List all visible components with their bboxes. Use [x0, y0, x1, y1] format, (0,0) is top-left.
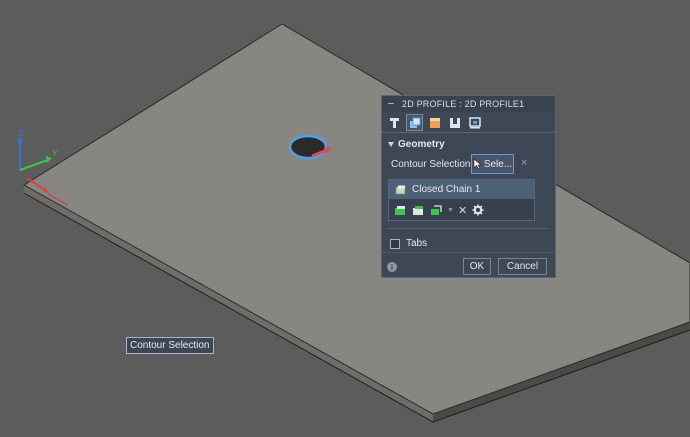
passes-icon: [449, 117, 460, 128]
collapse-button[interactable]: −: [384, 96, 398, 112]
chain-list-toolbar: ▼ ✕: [393, 202, 485, 218]
z-axis-label: Z: [18, 128, 24, 138]
clear-selection-button[interactable]: ×: [521, 157, 527, 169]
chain-item-label: Closed Chain 1: [412, 184, 481, 195]
tabs-option-label: Tabs: [406, 238, 428, 249]
tabs-checkbox[interactable]: [390, 238, 400, 249]
info-icon[interactable]: i: [387, 262, 397, 272]
chain-options-dropdown[interactable]: ▼: [447, 207, 454, 214]
footer-divider: [382, 252, 555, 253]
viewport-canvas[interactable]: Z Y: [0, 0, 690, 437]
contour-select-button-label: Sele...: [483, 158, 513, 170]
y-axis-label: Y: [52, 149, 58, 158]
contour-selection-label: Contour Selection: [391, 159, 471, 170]
ok-button[interactable]: OK: [463, 258, 491, 275]
linking-tab[interactable]: [466, 114, 483, 131]
y-axis-line: [19, 159, 49, 171]
2d-profile-dialog: − 2D PROFILE : 2D PROFILE1 Geometry Cont…: [381, 95, 556, 278]
contour-select-button[interactable]: Sele...: [471, 154, 514, 174]
tool-tab[interactable]: [386, 114, 403, 131]
add-chain-button[interactable]: [393, 203, 407, 217]
chain-options-icon: [431, 204, 442, 215]
dialog-titlebar[interactable]: − 2D PROFILE : 2D PROFILE1: [382, 96, 555, 112]
linking-icon: [468, 116, 481, 128]
list-item[interactable]: Closed Chain 1: [389, 180, 534, 199]
heights-tab[interactable]: [426, 114, 443, 131]
chain-list: Closed Chain 1 ▼ ✕: [388, 179, 535, 221]
chain-options-button[interactable]: [429, 203, 443, 217]
edit-chain-button[interactable]: [411, 203, 425, 217]
cursor-arrow-icon: [473, 158, 482, 170]
passes-tab[interactable]: [446, 114, 463, 131]
geometry-section-title: Geometry: [398, 139, 445, 150]
tabs-option-row: Tabs: [390, 238, 427, 249]
plate-top-face[interactable]: [23, 23, 690, 415]
add-chain-icon: [395, 205, 405, 215]
contour-selection-tooltip: Contour Selection: [126, 337, 214, 354]
gear-icon: [472, 204, 484, 216]
edit-chain-icon: [413, 205, 423, 215]
chevron-down-icon: [388, 142, 394, 147]
chain-settings-button[interactable]: [471, 203, 485, 217]
closed-chain-icon: [395, 185, 406, 194]
geometry-icon: [409, 117, 420, 128]
section-divider: [388, 228, 548, 229]
dialog-title: 2D PROFILE : 2D PROFILE1: [402, 99, 525, 109]
operation-tabs: [386, 114, 483, 132]
geometry-tab[interactable]: [406, 114, 423, 131]
heights-icon: [429, 117, 440, 128]
cancel-button[interactable]: Cancel: [498, 258, 547, 275]
tabs-divider: [382, 132, 555, 133]
delete-chain-button[interactable]: ✕: [458, 204, 467, 217]
tool-icon: [390, 117, 399, 128]
geometry-section-header[interactable]: Geometry: [388, 139, 445, 150]
3d-viewport[interactable]: Z Y: [0, 0, 690, 437]
